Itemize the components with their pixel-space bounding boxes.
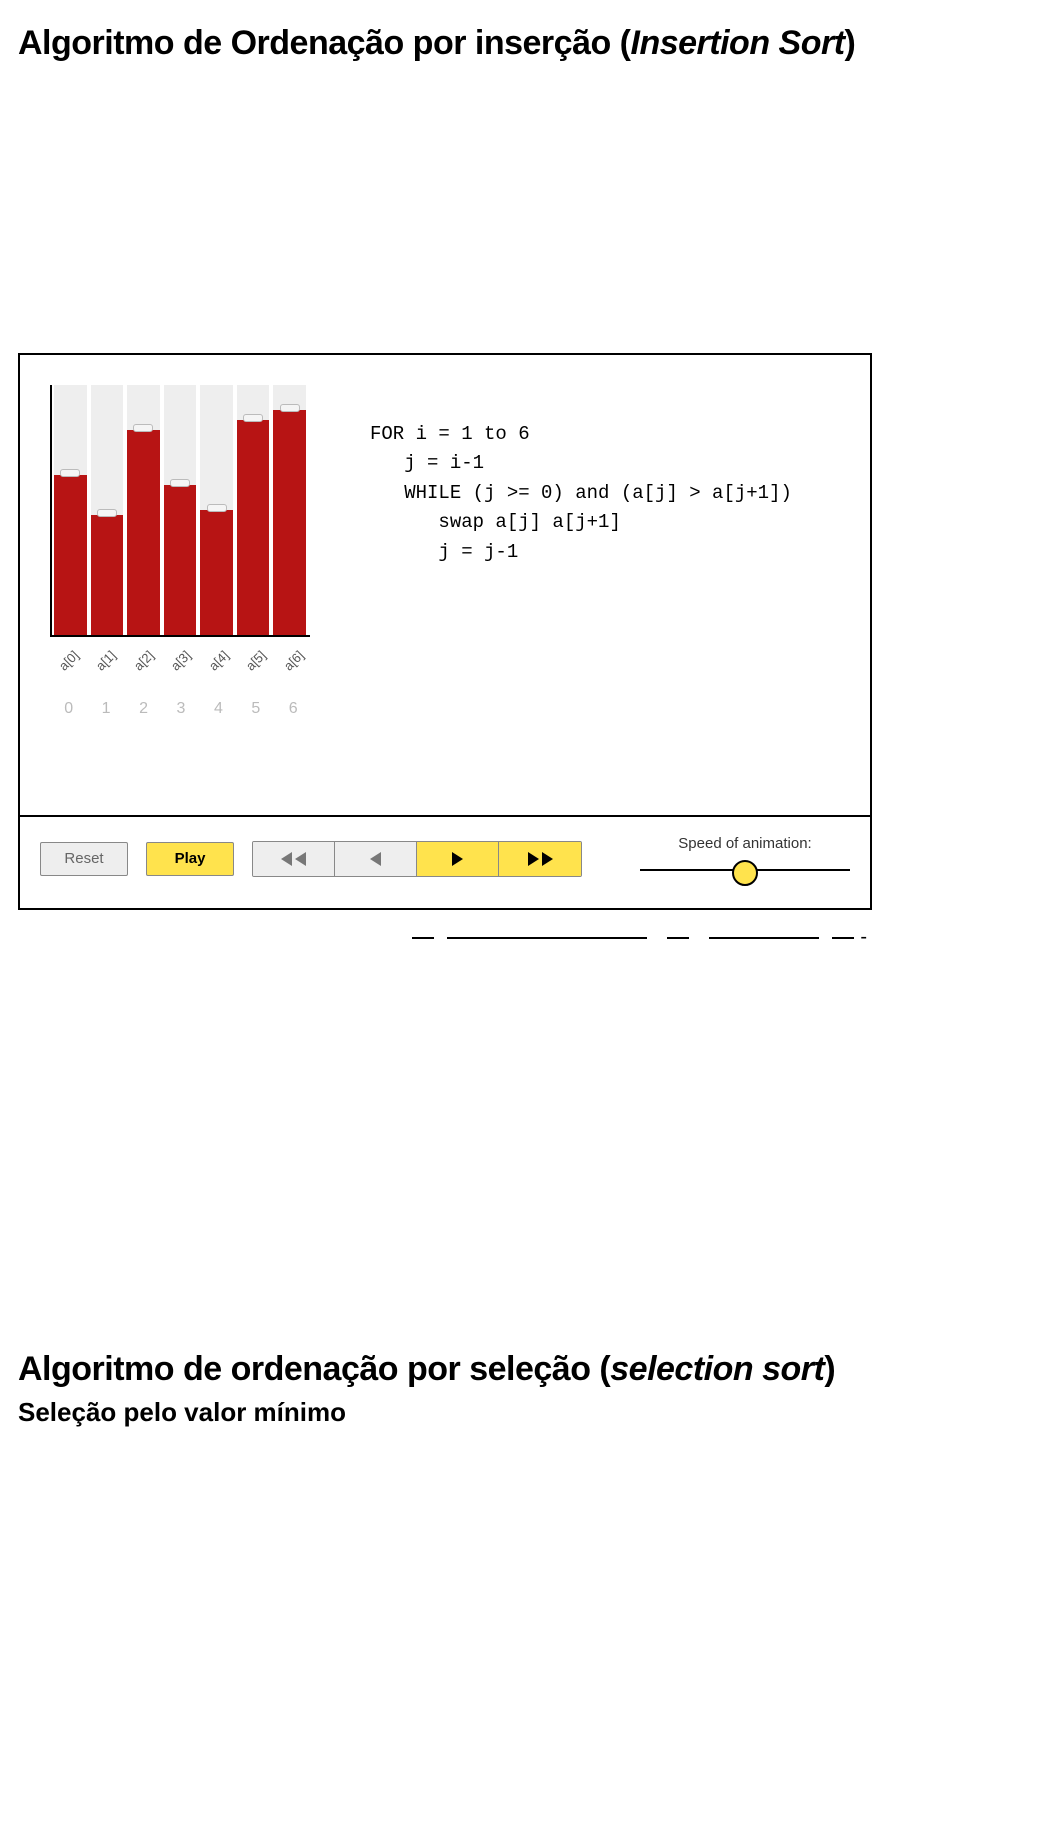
title2-prefix: Algoritmo de ordenação por seleção ( <box>18 1350 610 1388</box>
x-index: 3 <box>164 700 197 718</box>
step-back-button[interactable] <box>335 842 417 876</box>
step-buttons <box>252 841 582 877</box>
bar <box>54 475 87 635</box>
reset-button[interactable]: Reset <box>40 842 128 876</box>
bar-chart: a[0]a[1]a[2]a[3]a[4]a[5]a[6] 0123456 <box>50 385 310 718</box>
bar-handle[interactable] <box>133 424 153 432</box>
title-italic: Insertion Sort <box>631 24 845 62</box>
x-index: 5 <box>239 700 272 718</box>
insertion-sort-applet: a[0]a[1]a[2]a[3]a[4]a[5]a[6] 0123456 FOR… <box>18 353 872 910</box>
x-label: a[1] <box>89 643 123 677</box>
bar-slot[interactable] <box>127 385 160 635</box>
bar <box>237 420 270 635</box>
bar <box>91 515 124 635</box>
chart-x-labels: a[0]a[1]a[2]a[3]a[4]a[5]a[6] <box>50 641 310 668</box>
bar-slot[interactable] <box>164 385 197 635</box>
bar-slot[interactable] <box>91 385 124 635</box>
bar <box>127 430 160 635</box>
slider-knob[interactable] <box>732 860 758 886</box>
step-forward-button[interactable] <box>417 842 499 876</box>
x-label: a[4] <box>201 643 235 677</box>
x-label: a[2] <box>126 643 160 677</box>
bar-slot[interactable] <box>237 385 270 635</box>
x-index: 0 <box>52 700 85 718</box>
applet-body: a[0]a[1]a[2]a[3]a[4]a[5]a[6] 0123456 FOR… <box>20 355 870 815</box>
chart-x-indices: 0123456 <box>50 700 310 718</box>
fast-forward-icon <box>528 852 553 866</box>
x-label: a[6] <box>276 643 310 677</box>
bar-handle[interactable] <box>97 509 117 517</box>
bar <box>200 510 233 635</box>
title-prefix: Algoritmo de Ordenação por inserção ( <box>18 24 631 62</box>
x-index: 6 <box>277 700 310 718</box>
code-line: j = j-1 <box>370 541 518 563</box>
speed-label: Speed of animation: <box>640 835 850 852</box>
title2-italic: selection sort <box>610 1350 824 1388</box>
bar-slot[interactable] <box>200 385 233 635</box>
bar-handle[interactable] <box>207 504 227 512</box>
code-line: WHILE (j >= 0) and (a[j] > a[j+1]) <box>370 482 792 504</box>
section2-title: Algoritmo de ordenação por seleção (sele… <box>18 1350 1037 1389</box>
speed-control: Speed of animation: <box>640 835 850 882</box>
bar <box>273 410 306 635</box>
source-placeholder: - <box>18 920 872 940</box>
step-forward-icon <box>452 852 463 866</box>
x-label: a[5] <box>239 643 273 677</box>
page-title: Algoritmo de Ordenação por inserção (Ins… <box>18 24 1037 63</box>
title2-suffix: ) <box>824 1350 835 1388</box>
bar-slot[interactable] <box>54 385 87 635</box>
chart-area <box>50 385 310 637</box>
bar-handle[interactable] <box>280 404 300 412</box>
x-index: 4 <box>202 700 235 718</box>
x-index: 1 <box>89 700 122 718</box>
x-index: 2 <box>127 700 160 718</box>
rewind-icon <box>281 852 306 866</box>
x-label: a[0] <box>52 643 86 677</box>
bar-handle[interactable] <box>60 469 80 477</box>
fast-forward-button[interactable] <box>499 842 581 876</box>
bar-slot[interactable] <box>273 385 306 635</box>
bar-handle[interactable] <box>170 479 190 487</box>
code-line: swap a[j] a[j+1] <box>370 511 621 533</box>
bar-handle[interactable] <box>243 414 263 422</box>
title-suffix: ) <box>845 24 856 62</box>
controls-bar: Reset Play Speed of animation: <box>20 815 870 908</box>
play-button[interactable]: Play <box>146 842 234 876</box>
step-back-icon <box>370 852 381 866</box>
rewind-button[interactable] <box>253 842 335 876</box>
code-line: j = i-1 <box>370 452 484 474</box>
x-label: a[3] <box>164 643 198 677</box>
speed-slider[interactable] <box>640 858 850 882</box>
code-line: FOR i = 1 to 6 <box>370 423 530 445</box>
pseudocode: FOR i = 1 to 6 j = i-1 WHILE (j >= 0) an… <box>310 385 792 567</box>
bar <box>164 485 197 635</box>
section2-subtitle: Seleção pelo valor mínimo <box>18 1397 1037 1428</box>
